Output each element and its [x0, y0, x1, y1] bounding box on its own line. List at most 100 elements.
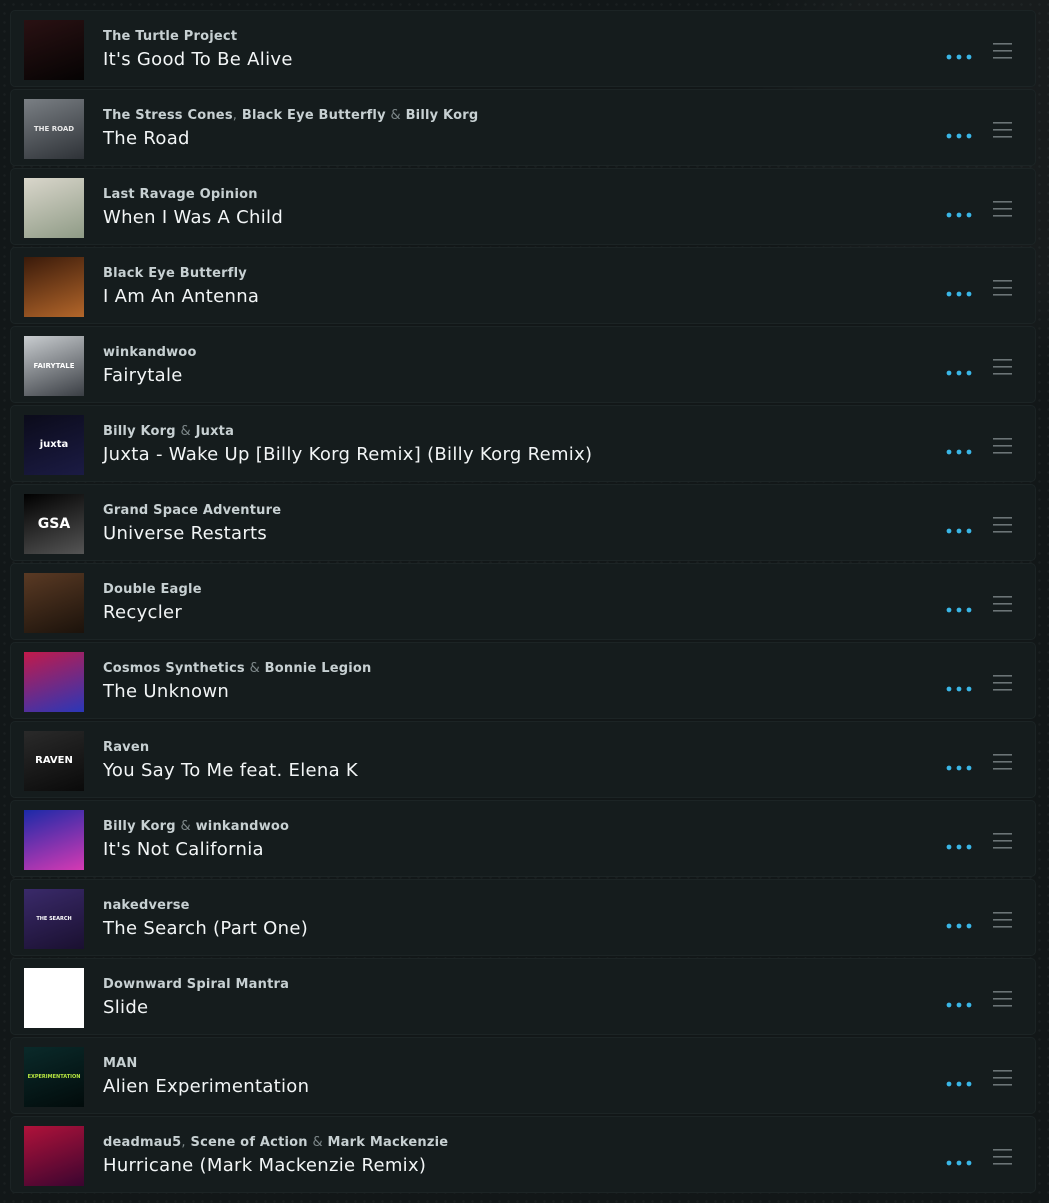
more-options-button[interactable]	[939, 521, 977, 541]
reorder-handle[interactable]	[991, 830, 1015, 850]
artist-link[interactable]: deadmau5	[103, 1135, 181, 1150]
artist-link[interactable]: Juxta	[196, 424, 234, 439]
track-row[interactable]: THE ROAD The Stress Cones, Black Eye Butt…	[10, 89, 1036, 166]
track-row[interactable]: THE SEARCH nakedverse The Search (Part One…	[10, 879, 1036, 956]
track-row[interactable]: RAVEN Raven You Say To Me feat. Elena K	[10, 721, 1036, 798]
reorder-handle[interactable]	[991, 1067, 1015, 1087]
reorder-handle[interactable]	[991, 40, 1015, 60]
artist-link[interactable]: The Turtle Project	[103, 29, 237, 44]
more-options-button[interactable]	[939, 600, 977, 620]
track-row[interactable]: Black Eye Butterfly I Am An Antenna	[10, 247, 1036, 324]
cover-art[interactable]	[24, 257, 84, 317]
artist-link[interactable]: The Stress Cones	[103, 108, 233, 123]
track-title[interactable]: I Am An Antenna	[103, 286, 915, 308]
artist-link[interactable]: Double Eagle	[103, 582, 202, 597]
cover-art[interactable]: juxta	[24, 415, 84, 475]
artist-link[interactable]: Downward Spiral Mantra	[103, 977, 289, 992]
more-options-button[interactable]	[939, 1074, 977, 1094]
track-meta: deadmau5, Scene of Action & Mark Mackenz…	[103, 1135, 915, 1177]
more-options-button[interactable]	[939, 995, 977, 1015]
track-title[interactable]: Recycler	[103, 602, 915, 624]
track-title[interactable]: When I Was A Child	[103, 207, 915, 229]
track-row[interactable]: Last Ravage Opinion When I Was A Child	[10, 168, 1036, 245]
more-options-button[interactable]	[939, 916, 977, 936]
artist-link[interactable]: Bonnie Legion	[265, 661, 372, 676]
reorder-handle[interactable]	[991, 1146, 1015, 1166]
track-title[interactable]: Alien Experimentation	[103, 1076, 915, 1098]
artist-link[interactable]: Black Eye Butterfly	[103, 266, 247, 281]
artist-link[interactable]: Grand Space Adventure	[103, 503, 281, 518]
reorder-handle[interactable]	[991, 514, 1015, 534]
more-options-button[interactable]	[939, 1153, 977, 1173]
artist-link[interactable]: Cosmos Synthetics	[103, 661, 245, 676]
track-row[interactable]: EXPERIMENTATION MAN Alien Experimentation	[10, 1037, 1036, 1114]
track-title[interactable]: Slide	[103, 997, 915, 1019]
cover-art[interactable]	[24, 178, 84, 238]
reorder-handle[interactable]	[991, 435, 1015, 455]
track-title[interactable]: The Unknown	[103, 681, 915, 703]
artist-link[interactable]: Billy Korg	[103, 424, 176, 439]
artist-link[interactable]: Scene of Action	[191, 1135, 308, 1150]
artist-link[interactable]: Billy Korg	[103, 819, 176, 834]
artist-link[interactable]: Raven	[103, 740, 149, 755]
cover-art[interactable]: THE ROAD	[24, 99, 84, 159]
artist-link[interactable]: Black Eye Butterfly	[242, 108, 386, 123]
reorder-handle[interactable]	[991, 277, 1015, 297]
artist-link[interactable]: Billy Korg	[406, 108, 479, 123]
reorder-handle[interactable]	[991, 198, 1015, 218]
track-row[interactable]: deadmau5, Scene of Action & Mark Mackenz…	[10, 1116, 1036, 1193]
cover-art[interactable]: THE SEARCH	[24, 889, 84, 949]
track-title[interactable]: It's Good To Be Alive	[103, 49, 915, 71]
artist-link[interactable]: Last Ravage Opinion	[103, 187, 258, 202]
track-title[interactable]: Juxta - Wake Up [Billy Korg Remix] (Bill…	[103, 444, 915, 466]
track-title[interactable]: It's Not California	[103, 839, 915, 861]
track-row[interactable]: juxta Billy Korg & Juxta Juxta - Wake Up […	[10, 405, 1036, 482]
artist-link[interactable]: winkandwoo	[196, 819, 290, 834]
cover-art[interactable]	[24, 810, 84, 870]
track-row[interactable]: Downward Spiral Mantra Slide	[10, 958, 1036, 1035]
track-row[interactable]: The Turtle Project It's Good To Be Alive	[10, 10, 1036, 87]
cover-art[interactable]	[24, 20, 84, 80]
track-title[interactable]: The Search (Part One)	[103, 918, 915, 940]
cover-art[interactable]: RAVEN	[24, 731, 84, 791]
reorder-handle[interactable]	[991, 119, 1015, 139]
reorder-handle[interactable]	[991, 988, 1015, 1008]
cover-art[interactable]	[24, 573, 84, 633]
reorder-handle[interactable]	[991, 593, 1015, 613]
reorder-handle[interactable]	[991, 909, 1015, 929]
artist-separator: &	[180, 424, 191, 439]
track-row[interactable]: Cosmos Synthetics & Bonnie Legion The Unk…	[10, 642, 1036, 719]
artist-link[interactable]: MAN	[103, 1056, 137, 1071]
reorder-handle[interactable]	[991, 356, 1015, 376]
artist-link[interactable]: Mark Mackenzie	[328, 1135, 449, 1150]
artist-link[interactable]: nakedverse	[103, 898, 190, 913]
cover-art[interactable]	[24, 968, 84, 1028]
more-options-button[interactable]	[939, 205, 977, 225]
track-title[interactable]: You Say To Me feat. Elena K	[103, 760, 915, 782]
track-row[interactable]: GSA Grand Space Adventure Universe Restart…	[10, 484, 1036, 561]
track-title[interactable]: Universe Restarts	[103, 523, 915, 545]
track-title[interactable]: Hurricane (Mark Mackenzie Remix)	[103, 1155, 915, 1177]
cover-art[interactable]: GSA	[24, 494, 84, 554]
track-title[interactable]: Fairytale	[103, 365, 915, 387]
track-title[interactable]: The Road	[103, 128, 915, 150]
more-options-button[interactable]	[939, 442, 977, 462]
cover-art[interactable]	[24, 652, 84, 712]
track-row[interactable]: Double Eagle Recycler	[10, 563, 1036, 640]
reorder-handle[interactable]	[991, 751, 1015, 771]
track-row[interactable]: FAIRYTALE winkandwoo Fairytale	[10, 326, 1036, 403]
cover-art-text: EXPERIMENTATION	[27, 1073, 81, 1080]
more-options-button[interactable]	[939, 837, 977, 857]
more-options-button[interactable]	[939, 758, 977, 778]
more-options-button[interactable]	[939, 284, 977, 304]
more-options-button[interactable]	[939, 126, 977, 146]
more-options-button[interactable]	[939, 363, 977, 383]
cover-art[interactable]	[24, 1126, 84, 1186]
reorder-handle[interactable]	[991, 672, 1015, 692]
cover-art[interactable]: FAIRYTALE	[24, 336, 84, 396]
track-row[interactable]: Billy Korg & winkandwoo It's Not Californ…	[10, 800, 1036, 877]
more-options-button[interactable]	[939, 47, 977, 67]
more-options-button[interactable]	[939, 679, 977, 699]
artist-link[interactable]: winkandwoo	[103, 345, 197, 360]
cover-art[interactable]: EXPERIMENTATION	[24, 1047, 84, 1107]
